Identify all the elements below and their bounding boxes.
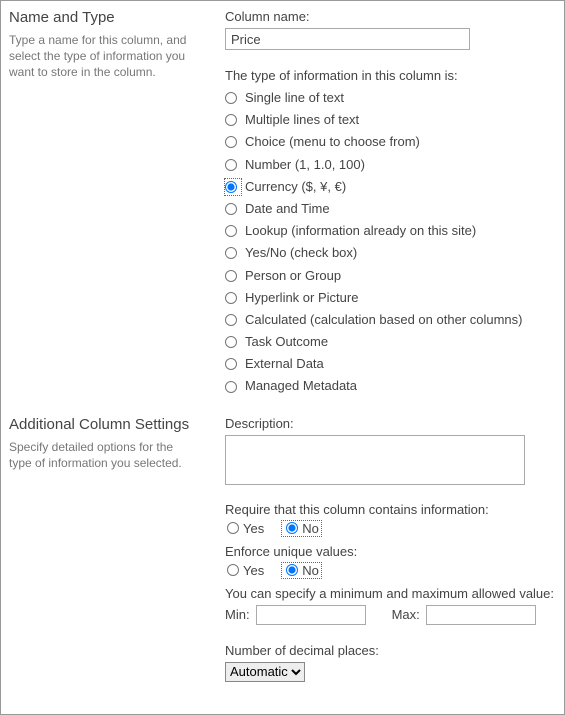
type-option-label: Managed Metadata	[245, 377, 357, 395]
type-radio[interactable]	[225, 358, 237, 370]
type-option[interactable]: Yes/No (check box)	[225, 242, 554, 264]
type-option-label: Date and Time	[245, 200, 330, 218]
type-radio[interactable]	[225, 314, 237, 326]
type-option-label: Single line of text	[245, 89, 344, 107]
type-option-label: Yes/No (check box)	[245, 244, 357, 262]
type-radio[interactable]	[225, 92, 237, 104]
type-radio[interactable]	[225, 336, 237, 348]
require-label: Require that this column contains inform…	[225, 502, 554, 517]
decimals-label: Number of decimal places:	[225, 643, 554, 658]
section-additional-settings: Additional Column Settings Specify detai…	[9, 416, 554, 682]
type-option[interactable]: Single line of text	[225, 87, 554, 109]
type-option-label: Calculated (calculation based on other c…	[245, 311, 523, 329]
require-no-label: No	[302, 521, 319, 536]
type-option-label: Hyperlink or Picture	[245, 289, 358, 307]
type-option[interactable]: External Data	[225, 353, 554, 375]
type-option-label: External Data	[245, 355, 324, 373]
type-option[interactable]: Task Outcome	[225, 331, 554, 353]
type-radio[interactable]	[225, 381, 237, 393]
type-option[interactable]: Number (1, 1.0, 100)	[225, 154, 554, 176]
type-option-label: Task Outcome	[245, 333, 328, 351]
column-name-input[interactable]	[225, 28, 470, 50]
type-option[interactable]: Date and Time	[225, 198, 554, 220]
type-option-label: Person or Group	[245, 267, 341, 285]
require-yes-label: Yes	[243, 521, 264, 536]
section1-title: Name and Type	[9, 9, 197, 26]
unique-yes-radio[interactable]	[227, 564, 239, 576]
unique-label: Enforce unique values:	[225, 544, 554, 559]
type-radio[interactable]	[225, 292, 237, 304]
type-radio[interactable]	[225, 270, 237, 282]
type-option-label: Lookup (information already on this site…	[245, 222, 476, 240]
require-yes-radio[interactable]	[227, 522, 239, 534]
type-radio[interactable]	[225, 159, 237, 171]
type-header: The type of information in this column i…	[225, 68, 554, 83]
type-radio[interactable]	[225, 225, 237, 237]
description-textarea[interactable]	[225, 435, 525, 485]
unique-no-radio[interactable]	[286, 564, 298, 576]
section1-desc: Type a name for this column, and select …	[9, 32, 197, 81]
type-radio[interactable]	[225, 181, 237, 193]
section-name-and-type: Name and Type Type a name for this colum…	[9, 9, 554, 398]
require-no-radio[interactable]	[286, 522, 298, 534]
description-label: Description:	[225, 416, 554, 431]
type-option-label: Currency ($, ¥, €)	[245, 178, 346, 196]
column-settings-panel: Name and Type Type a name for this colum…	[0, 0, 565, 715]
unique-no-label: No	[302, 563, 319, 578]
unique-radios: Yes No	[225, 563, 554, 578]
type-option[interactable]: Calculated (calculation based on other c…	[225, 309, 554, 331]
section2-desc: Specify detailed options for the type of…	[9, 439, 197, 471]
type-option[interactable]: Choice (menu to choose from)	[225, 131, 554, 153]
type-radio[interactable]	[225, 203, 237, 215]
type-radio[interactable]	[225, 136, 237, 148]
type-option[interactable]: Currency ($, ¥, €)	[225, 176, 554, 198]
require-radios: Yes No	[225, 521, 554, 536]
type-option[interactable]: Person or Group	[225, 265, 554, 287]
type-option[interactable]: Managed Metadata	[225, 375, 554, 397]
column-name-label: Column name:	[225, 9, 554, 24]
type-radio[interactable]	[225, 114, 237, 126]
min-input[interactable]	[256, 605, 366, 625]
unique-yes-label: Yes	[243, 563, 264, 578]
type-option[interactable]: Lookup (information already on this site…	[225, 220, 554, 242]
range-label: You can specify a minimum and maximum al…	[225, 586, 554, 601]
type-option-label: Number (1, 1.0, 100)	[245, 156, 365, 174]
min-label: Min:	[225, 607, 250, 622]
type-option-label: Choice (menu to choose from)	[245, 133, 420, 151]
type-option[interactable]: Multiple lines of text	[225, 109, 554, 131]
max-input[interactable]	[426, 605, 536, 625]
decimals-select[interactable]: Automatic	[225, 662, 305, 682]
type-radio[interactable]	[225, 247, 237, 259]
type-option-label: Multiple lines of text	[245, 111, 359, 129]
type-option[interactable]: Hyperlink or Picture	[225, 287, 554, 309]
max-label: Max:	[392, 607, 420, 622]
section2-title: Additional Column Settings	[9, 416, 197, 433]
